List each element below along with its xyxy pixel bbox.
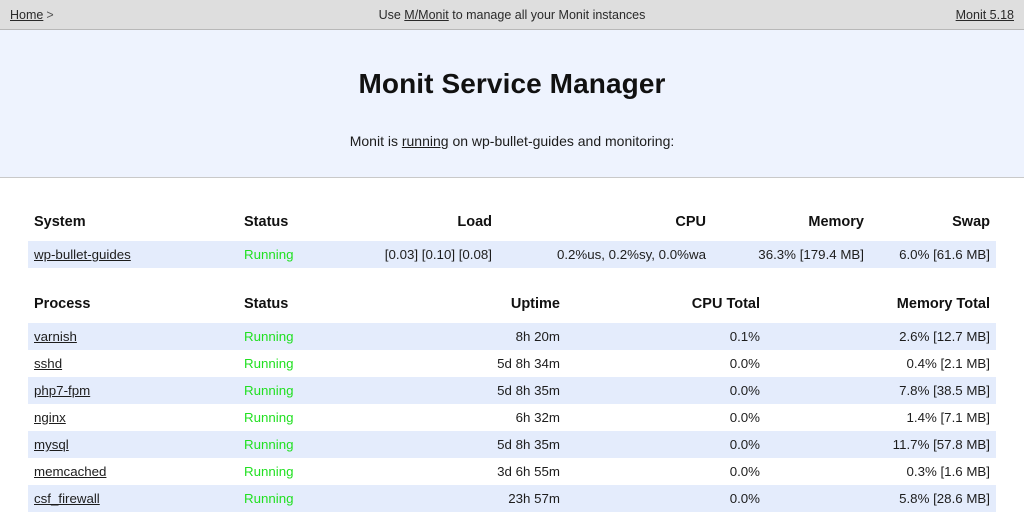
mmonit-link[interactable]: M/Monit xyxy=(404,8,448,22)
system-table-header-row: System Status Load CPU Memory Swap xyxy=(28,214,996,241)
process-table-header-row: Process Status Uptime CPU Total Memory T… xyxy=(28,296,996,323)
process-header-memory-total: Memory Total xyxy=(896,296,990,312)
process-uptime-value: 5d 8h 34m xyxy=(338,350,566,377)
process-row-name[interactable]: csf_firewall xyxy=(28,485,238,512)
process-row-name[interactable]: sshd xyxy=(28,350,238,377)
process-memory-total-value: 2.6% [12.7 MB] xyxy=(766,323,996,350)
process-cpu-total-value: 0.0% xyxy=(566,350,766,377)
process-cpu-total-value: 0.0% xyxy=(566,458,766,485)
page-header-band: Monit Service Manager Monit is running o… xyxy=(0,30,1024,178)
system-name-link[interactable]: wp-bullet-guides xyxy=(34,247,131,262)
system-table-body: wp-bullet-guides Running [0.03] [0.10] [… xyxy=(28,241,996,268)
system-header-load: Load xyxy=(457,214,492,230)
process-memory-total-value: 11.7% [57.8 MB] xyxy=(766,431,996,458)
mmonit-notice-prefix: Use xyxy=(378,7,405,22)
process-row-name[interactable]: varnish xyxy=(28,323,238,350)
monit-version-link[interactable]: Monit 5.18 xyxy=(956,8,1014,22)
process-uptime-value: 23h 57m xyxy=(338,485,566,512)
process-cpu-total-value: 0.0% xyxy=(566,485,766,512)
table-row[interactable]: mysql Running 5d 8h 35m 0.0% 11.7% [57.8 MB] xyxy=(28,431,996,458)
system-swap-value: 6.0% [61.6 MB] xyxy=(870,241,996,268)
process-status-badge: Running xyxy=(238,377,338,404)
process-row-name[interactable]: nginx xyxy=(28,404,238,431)
subtitle-suffix: on wp-bullet-guides and monitoring: xyxy=(448,133,675,149)
table-row[interactable]: csf_firewall Running 23h 57m 0.0% 5.8% [28.6… xyxy=(28,485,996,512)
process-name-link[interactable]: mysql xyxy=(34,437,69,452)
page-subtitle: Monit is running on wp-bullet-guides and… xyxy=(0,100,1024,149)
mmonit-notice-suffix: to manage all your Monit instances xyxy=(448,7,646,22)
main-content: System Status Load CPU Memory Swap wp-bu… xyxy=(0,214,1024,512)
process-name-link[interactable]: csf_firewall xyxy=(34,491,100,506)
top-navigation-bar: Home > Use M/Monit to manage all your Mo… xyxy=(0,0,1024,30)
process-name-link[interactable]: sshd xyxy=(34,356,62,371)
process-header-name: Process xyxy=(34,296,91,312)
process-memory-total-value: 0.4% [2.1 MB] xyxy=(766,350,996,377)
process-uptime-value: 5d 8h 35m xyxy=(338,431,566,458)
process-name-link[interactable]: nginx xyxy=(34,410,66,425)
process-memory-total-value: 1.4% [7.1 MB] xyxy=(766,404,996,431)
page-title: Monit Service Manager xyxy=(358,68,666,99)
process-uptime-value: 6h 32m xyxy=(338,404,566,431)
process-row-name[interactable]: memcached xyxy=(28,458,238,485)
table-row[interactable]: varnish Running 8h 20m 0.1% 2.6% [12.7 MB] xyxy=(28,323,996,350)
process-status-badge: Running xyxy=(238,431,338,458)
table-row[interactable]: memcached Running 3d 6h 55m 0.0% 0.3% [1.6 M… xyxy=(28,458,996,485)
process-cpu-total-value: 0.1% xyxy=(566,323,766,350)
system-header-cpu: CPU xyxy=(675,214,706,230)
process-status-badge: Running xyxy=(238,323,338,350)
process-memory-total-value: 5.8% [28.6 MB] xyxy=(766,485,996,512)
monit-running-status-link[interactable]: running xyxy=(402,133,449,149)
process-status-badge: Running xyxy=(238,458,338,485)
system-header-name: System xyxy=(34,214,86,230)
process-name-link[interactable]: memcached xyxy=(34,464,106,479)
process-uptime-value: 5d 8h 35m xyxy=(338,377,566,404)
table-row[interactable]: php7-fpm Running 5d 8h 35m 0.0% 7.8% [38.5 M… xyxy=(28,377,996,404)
system-header-memory: Memory xyxy=(808,214,864,230)
system-memory-value: 36.3% [179.4 MB] xyxy=(712,241,870,268)
process-status-badge: Running xyxy=(238,350,338,377)
process-row-name[interactable]: php7-fpm xyxy=(28,377,238,404)
process-status-badge: Running xyxy=(238,404,338,431)
table-row[interactable]: wp-bullet-guides Running [0.03] [0.10] [… xyxy=(28,241,996,268)
process-table: Process Status Uptime CPU Total Memory T… xyxy=(28,296,996,512)
system-table: System Status Load CPU Memory Swap wp-bu… xyxy=(28,214,996,268)
process-memory-total-value: 7.8% [38.5 MB] xyxy=(766,377,996,404)
process-uptime-value: 3d 6h 55m xyxy=(338,458,566,485)
system-cpu-value: 0.2%us, 0.2%sy, 0.0%wa xyxy=(498,241,712,268)
process-uptime-value: 8h 20m xyxy=(338,323,566,350)
process-header-uptime: Uptime xyxy=(510,296,560,312)
process-table-body: varnish Running 8h 20m 0.1% 2.6% [12.7 MB] ss… xyxy=(28,323,996,512)
process-cpu-total-value: 0.0% xyxy=(566,404,766,431)
system-load-value: [0.03] [0.10] [0.08] xyxy=(338,241,498,268)
process-header-cpu-total: CPU Total xyxy=(691,296,760,312)
version-container: Monit 5.18 xyxy=(956,8,1014,22)
process-status-badge: Running xyxy=(238,485,338,512)
system-header-swap: Swap xyxy=(952,214,990,230)
mmonit-notice: Use M/Monit to manage all your Monit ins… xyxy=(0,8,1024,22)
process-row-name[interactable]: mysql xyxy=(28,431,238,458)
process-cpu-total-value: 0.0% xyxy=(566,431,766,458)
table-row[interactable]: nginx Running 6h 32m 0.0% 1.4% [7.1 MB] xyxy=(28,404,996,431)
process-cpu-total-value: 0.0% xyxy=(566,377,766,404)
process-name-link[interactable]: php7-fpm xyxy=(34,383,90,398)
table-row[interactable]: sshd Running 5d 8h 34m 0.0% 0.4% [2.1 MB] xyxy=(28,350,996,377)
system-status-badge: Running xyxy=(238,241,338,268)
system-header-status: Status xyxy=(244,214,289,230)
subtitle-prefix: Monit is xyxy=(349,133,402,149)
process-memory-total-value: 0.3% [1.6 MB] xyxy=(766,458,996,485)
process-header-status: Status xyxy=(244,296,289,312)
system-row-name[interactable]: wp-bullet-guides xyxy=(28,241,238,268)
process-name-link[interactable]: varnish xyxy=(34,329,77,344)
